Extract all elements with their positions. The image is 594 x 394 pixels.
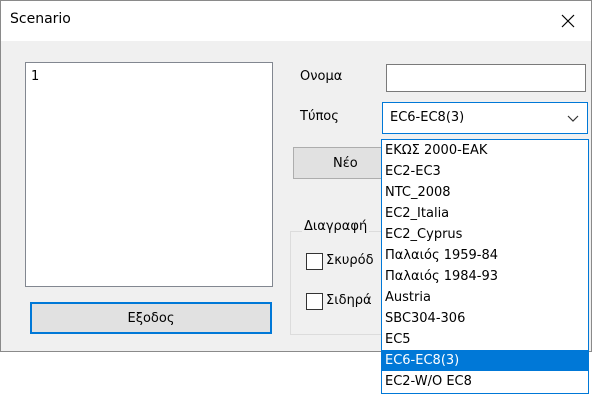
dropdown-option[interactable]: Παλαιός 1984-93	[382, 266, 588, 287]
steel-checkbox[interactable]	[306, 293, 323, 310]
dropdown-option[interactable]: EC5	[382, 329, 588, 350]
dropdown-option[interactable]: SBC304-306	[382, 308, 588, 329]
name-label: Ονομα	[300, 69, 343, 84]
title-bar: Scenario	[1, 1, 591, 41]
dropdown-option[interactable]: Austria	[382, 287, 588, 308]
dropdown-option[interactable]: EC2-EC3	[382, 161, 588, 182]
dropdown-option[interactable]: EC2-W/O EC8	[382, 371, 588, 392]
type-combobox[interactable]: EC6-EC8(3)	[382, 102, 588, 134]
delete-group-title: Διαγραφή	[302, 219, 370, 234]
dropdown-option[interactable]: EC2_Cyprus	[382, 224, 588, 245]
concrete-checkbox-label: Σκυρόδ	[326, 253, 374, 268]
type-dropdown-list[interactable]: ΕΚΩΣ 2000-ΕΑΚ EC2-EC3 NTC_2008 EC2_Itali…	[381, 139, 589, 394]
window-title: Scenario	[10, 11, 71, 27]
new-button[interactable]: Νέο	[293, 147, 393, 179]
list-item[interactable]: 1	[31, 69, 39, 84]
dropdown-option-selected[interactable]: EC6-EC8(3)	[382, 350, 588, 371]
dropdown-option[interactable]: NTC_2008	[382, 182, 588, 203]
dropdown-option[interactable]: Παλαιός 1959-84	[382, 245, 588, 266]
new-button-label: Νέο	[333, 155, 358, 171]
dropdown-option[interactable]: EC2_Italia	[382, 203, 588, 224]
exit-button-label: Εξοδος	[127, 310, 175, 326]
type-combobox-value: EC6-EC8(3)	[390, 110, 465, 125]
name-input[interactable]	[386, 64, 586, 92]
concrete-checkbox[interactable]	[306, 253, 323, 270]
steel-checkbox-label: Σιδηρά	[326, 293, 372, 308]
chevron-down-icon	[567, 115, 579, 122]
type-label: Τύπος	[300, 109, 339, 124]
dropdown-option[interactable]: ΕΚΩΣ 2000-ΕΑΚ	[382, 140, 588, 161]
exit-button[interactable]: Εξοδος	[30, 302, 272, 334]
close-icon	[561, 14, 575, 28]
scenario-listbox[interactable]: 1	[25, 62, 273, 287]
close-button[interactable]	[545, 1, 591, 41]
